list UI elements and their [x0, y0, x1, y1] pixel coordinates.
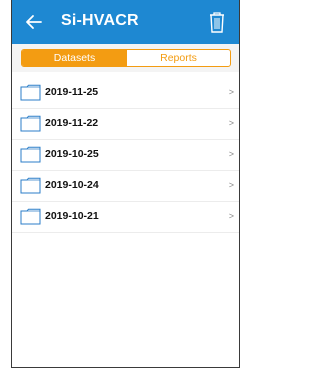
- folder-name: 2019-11-22: [45, 117, 99, 129]
- tab-datasets[interactable]: Datasets: [22, 50, 127, 66]
- folder-name: 2019-10-25: [45, 148, 99, 160]
- list-item[interactable]: 2019-11-25 >: [12, 78, 239, 109]
- chevron-right-icon: >: [228, 149, 234, 159]
- back-arrow-icon[interactable]: [24, 12, 44, 32]
- folder-icon: [20, 177, 41, 194]
- app-bar: Si-HVACR: [12, 0, 239, 44]
- folder-icon: [20, 84, 41, 101]
- list-item[interactable]: 2019-11-22 >: [12, 109, 239, 140]
- folder-icon: [20, 115, 41, 132]
- chevron-right-icon: >: [228, 211, 234, 221]
- app-title: Si-HVACR: [61, 12, 139, 29]
- trash-icon[interactable]: [207, 10, 227, 34]
- segment-bar: Datasets Reports: [12, 44, 239, 72]
- chevron-right-icon: >: [228, 87, 234, 97]
- folder-icon: [20, 146, 41, 163]
- chevron-right-icon: >: [228, 180, 234, 190]
- app-screen: Si-HVACR Datasets Reports 2019-11-25 > 2…: [11, 0, 240, 368]
- list-item[interactable]: 2019-10-24 >: [12, 171, 239, 202]
- folder-name: 2019-10-21: [45, 210, 99, 222]
- folder-name: 2019-11-25: [45, 86, 99, 98]
- folder-icon: [20, 208, 41, 225]
- folder-name: 2019-10-24: [45, 179, 99, 191]
- list-item[interactable]: 2019-10-21 >: [12, 202, 239, 233]
- tab-reports[interactable]: Reports: [127, 50, 230, 66]
- chevron-right-icon: >: [228, 118, 234, 128]
- segment-control: Datasets Reports: [21, 49, 231, 67]
- list-item[interactable]: 2019-10-25 >: [12, 140, 239, 171]
- folder-list: 2019-11-25 > 2019-11-22 > 2019-10-25 > 2…: [12, 78, 239, 233]
